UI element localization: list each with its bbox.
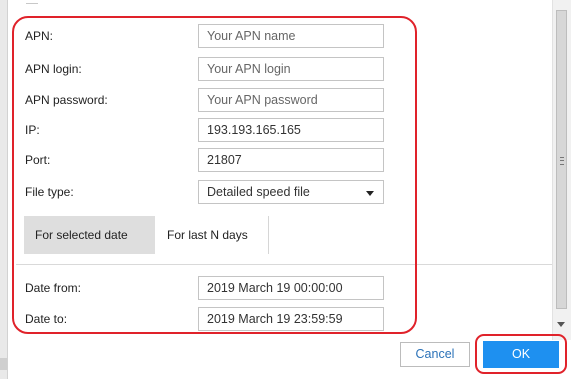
chevron-down-icon: [366, 191, 374, 196]
apn-password-input[interactable]: [198, 88, 384, 112]
section-divider: [16, 264, 552, 265]
file-type-select[interactable]: Detailed speed file: [198, 180, 384, 204]
tab-for-last-n-days[interactable]: For last N days: [156, 216, 269, 254]
file-type-selected-value: Detailed speed file: [207, 185, 310, 199]
grip-icon: [560, 157, 564, 165]
date-from-input[interactable]: [198, 276, 384, 300]
left-edge-panel: [0, 0, 8, 379]
ip-input[interactable]: [198, 118, 384, 142]
port-label: Port:: [25, 153, 51, 167]
ip-label: IP:: [25, 123, 40, 137]
scrollbar-thumb[interactable]: [556, 10, 567, 309]
date-to-input[interactable]: [198, 307, 384, 331]
apn-input[interactable]: [198, 24, 384, 48]
top-edge-line: [26, 0, 38, 4]
tab-for-selected-date[interactable]: For selected date: [24, 216, 155, 254]
port-input[interactable]: [198, 148, 384, 172]
cancel-button[interactable]: Cancel: [400, 342, 470, 367]
scroll-down-arrow-icon[interactable]: [557, 322, 565, 327]
date-to-label: Date to:: [25, 312, 68, 326]
vertical-scrollbar[interactable]: [552, 0, 571, 340]
apn-login-label: APN login:: [25, 62, 82, 76]
apn-label: APN:: [25, 29, 54, 43]
ok-button[interactable]: OK: [483, 341, 559, 368]
apn-login-input[interactable]: [198, 57, 384, 81]
left-edge-marker: [0, 358, 7, 370]
apn-password-label: APN password:: [25, 93, 108, 107]
file-type-label: File type:: [25, 185, 74, 199]
date-from-label: Date from:: [25, 281, 82, 295]
